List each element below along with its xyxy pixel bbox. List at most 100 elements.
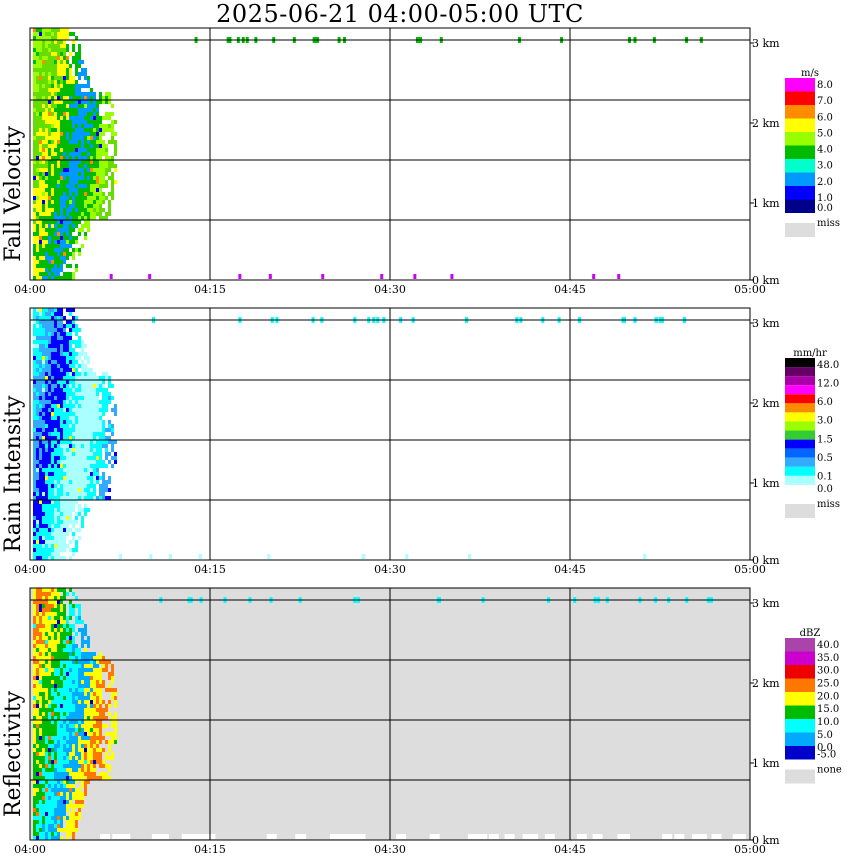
echo-cell	[39, 820, 42, 824]
echo-cell	[39, 92, 42, 96]
echo-cell	[87, 80, 90, 84]
echo-cell	[57, 456, 60, 460]
legend-swatch	[785, 638, 815, 652]
echo-cell	[54, 776, 57, 780]
echo-cell	[81, 160, 84, 164]
echo-cell	[78, 620, 81, 624]
echo-cell	[69, 452, 72, 456]
echo-cell	[48, 616, 51, 620]
echo-cell	[42, 612, 45, 616]
echo-cell	[87, 660, 90, 664]
echo-cell	[102, 428, 105, 432]
echo-cell	[66, 592, 69, 596]
echo-cell	[66, 272, 69, 276]
echo-cell	[36, 652, 39, 656]
echo-cell	[78, 428, 81, 432]
echo-cell	[75, 544, 78, 548]
echo-cell	[33, 704, 36, 708]
echo-cell	[48, 124, 51, 128]
echo-cell	[78, 48, 81, 52]
echo-cell	[33, 464, 36, 468]
echo-cell	[84, 748, 87, 752]
echo-cell	[54, 184, 57, 188]
echo-cell	[69, 356, 72, 360]
echo-cell	[66, 96, 69, 100]
echo-cell	[81, 348, 84, 352]
echo-cell	[51, 144, 54, 148]
echo-cell	[72, 48, 75, 52]
echo-cell	[33, 628, 36, 632]
echo-cell	[81, 480, 84, 484]
echo-cell	[87, 436, 90, 440]
echo-cell	[99, 416, 102, 420]
echo-cell	[45, 660, 48, 664]
echo-cell	[732, 834, 743, 839]
echo-cell	[75, 176, 78, 180]
echo-cell	[60, 596, 63, 600]
echo-cell	[54, 812, 57, 816]
echo-cell	[99, 712, 102, 716]
echo-cell	[45, 236, 48, 240]
echo-cell	[45, 380, 48, 384]
echo-cell	[51, 528, 54, 532]
echo-cell	[60, 616, 63, 620]
echo-cell	[78, 400, 81, 404]
echo-cell	[48, 204, 51, 208]
echo-cell	[48, 168, 51, 172]
echo-cell	[96, 712, 99, 716]
echo-cell	[69, 68, 72, 72]
echo-cell	[51, 720, 54, 724]
echo-cell	[84, 112, 87, 116]
echo-cell	[87, 440, 90, 444]
echo-cell	[63, 588, 66, 592]
echo-cell	[90, 744, 93, 748]
echo-cell	[33, 748, 36, 752]
echo-cell	[60, 328, 63, 332]
echo-cell	[72, 484, 75, 488]
echo-cell	[63, 704, 66, 708]
echo-cell	[36, 688, 39, 692]
echo-cell	[96, 400, 99, 404]
echo-cell	[39, 380, 42, 384]
echo-cell	[75, 704, 78, 708]
echo-cell	[69, 788, 72, 792]
echo-cell	[75, 384, 78, 388]
echo-cell	[51, 56, 54, 60]
echo-cell	[75, 84, 78, 88]
echo-cell	[78, 104, 81, 108]
echo-cell	[33, 184, 36, 188]
echo-cell	[81, 400, 84, 404]
echo-cell	[69, 320, 72, 324]
echo-cell	[66, 28, 69, 32]
echo-cell	[48, 380, 51, 384]
echo-cell	[33, 616, 36, 620]
echo-cell	[45, 180, 48, 184]
echo-cell	[33, 204, 36, 208]
echo-cell	[66, 252, 69, 256]
echo-cell	[51, 236, 54, 240]
echo-cell	[69, 520, 72, 524]
echo-cell	[66, 308, 69, 312]
echo-cell	[72, 180, 75, 184]
echo-cell	[63, 664, 66, 668]
echo-cell	[48, 812, 51, 816]
echo-cell	[39, 652, 42, 656]
echo-cell	[36, 640, 39, 644]
echo-cell	[78, 456, 81, 460]
echo-cell	[33, 156, 36, 160]
echo-cell	[54, 136, 57, 140]
echo-cell	[96, 100, 99, 104]
echo-cell	[33, 176, 36, 180]
echo-cell	[69, 272, 72, 276]
echo-cell	[45, 148, 48, 152]
echo-cell	[36, 644, 39, 648]
echo-cell	[57, 404, 60, 408]
echo-cell	[39, 392, 42, 396]
panel-1: 04:00 04:15 04:30 04:45 05:000 km1 km2 km3 k…	[1, 27, 840, 296]
echo-cell	[54, 700, 57, 704]
echo-cell	[69, 408, 72, 412]
echo-cell	[33, 548, 36, 552]
echo-cell	[84, 172, 87, 176]
echo-cell	[54, 132, 57, 136]
echo-cell	[45, 780, 48, 784]
